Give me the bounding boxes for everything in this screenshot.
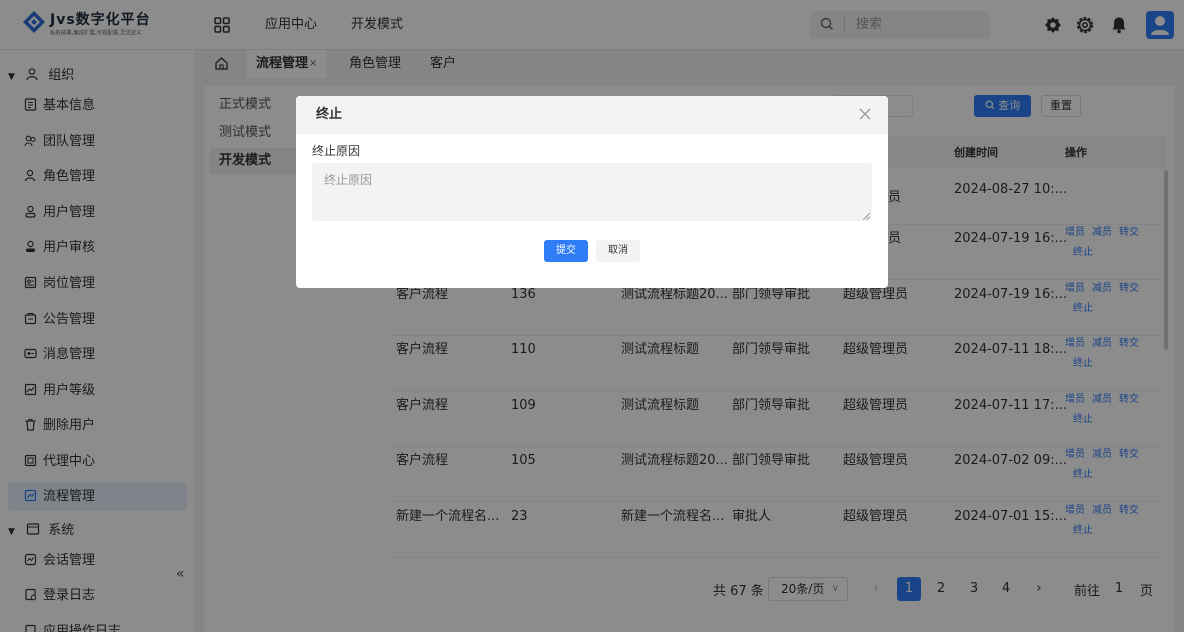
- dialog-title: 终止: [316, 107, 343, 122]
- submit-button[interactable]: 提交: [544, 240, 588, 262]
- cancel-button[interactable]: 取消: [596, 240, 640, 262]
- reason-label: 终止原因: [312, 144, 361, 158]
- reason-textarea[interactable]: [312, 163, 872, 221]
- close-icon[interactable]: [858, 107, 872, 121]
- terminate-dialog: 终止 终止原因 提交 取消: [296, 96, 888, 288]
- modal-overlay[interactable]: [0, 0, 1184, 632]
- dialog-header: 终止: [296, 96, 888, 134]
- resize-handle-icon[interactable]: [863, 213, 870, 220]
